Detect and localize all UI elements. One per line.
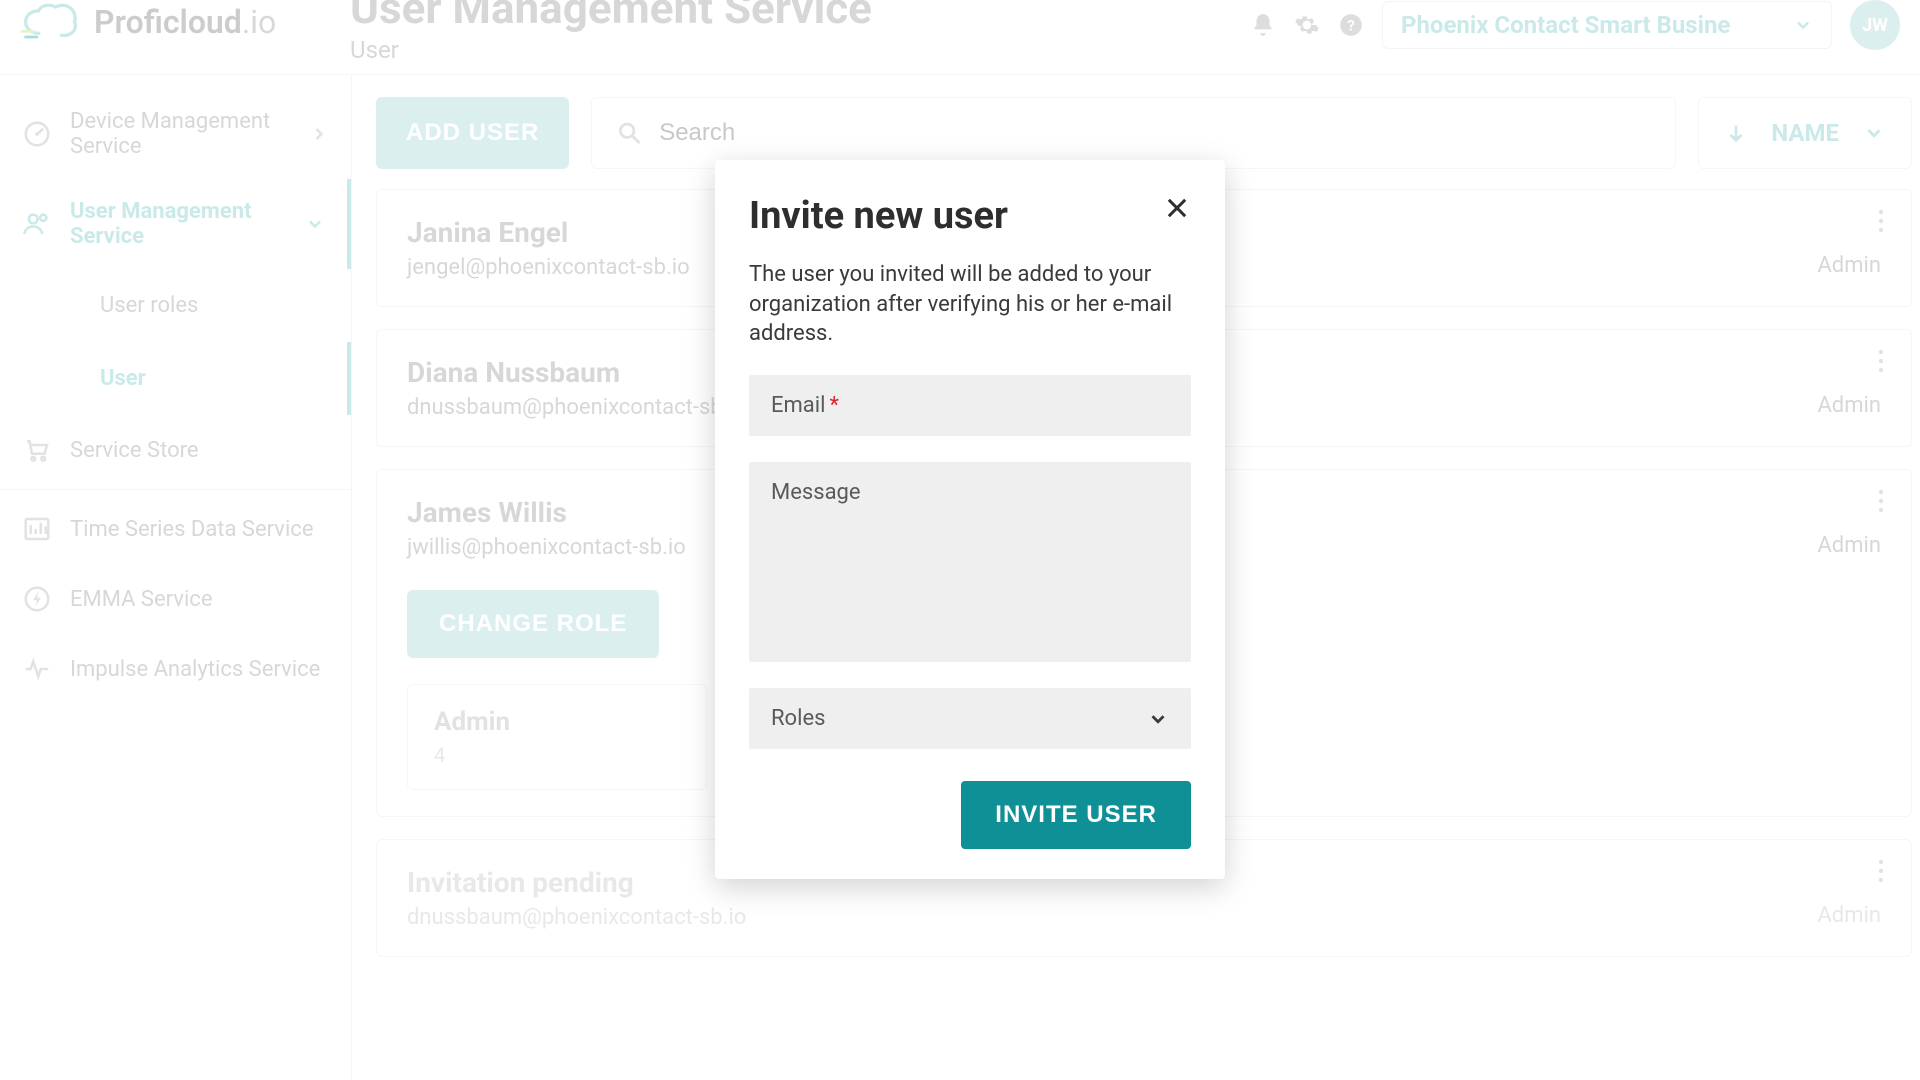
message-field[interactable]: Message bbox=[749, 462, 1191, 662]
modal-title: Invite new user bbox=[749, 194, 1163, 238]
roles-select[interactable]: Roles bbox=[749, 688, 1191, 749]
required-asterisk: * bbox=[829, 393, 838, 418]
roles-label: Roles bbox=[771, 706, 825, 731]
email-label: Email bbox=[771, 393, 825, 418]
modal-description: The user you invited will be added to yo… bbox=[749, 260, 1191, 349]
invite-user-button[interactable]: INVITE USER bbox=[961, 781, 1191, 849]
message-label: Message bbox=[771, 480, 861, 505]
chevron-down-icon bbox=[1147, 708, 1169, 730]
invite-user-modal: Invite new user The user you invited wil… bbox=[715, 160, 1225, 879]
close-icon[interactable] bbox=[1163, 194, 1191, 226]
email-field[interactable]: Email* bbox=[749, 375, 1191, 436]
